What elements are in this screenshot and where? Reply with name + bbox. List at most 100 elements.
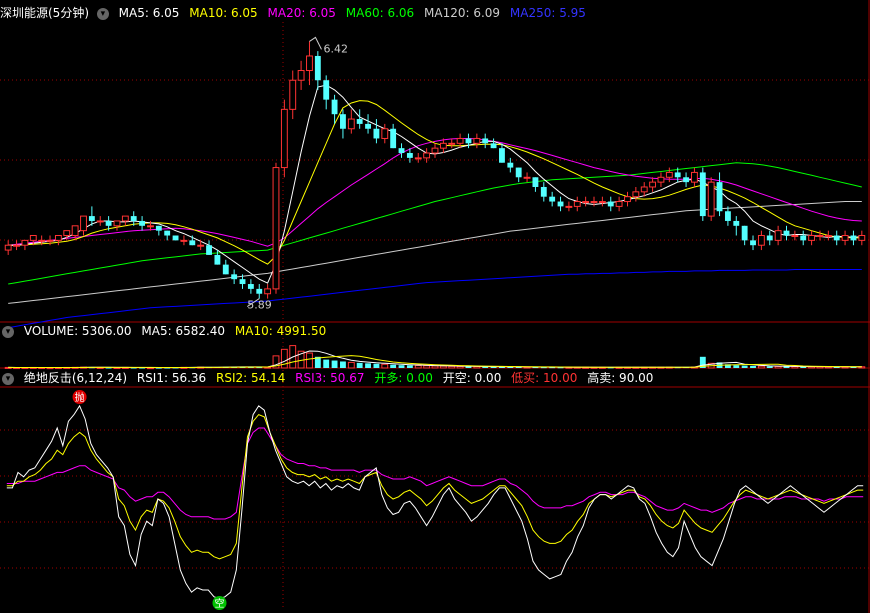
candle-body — [297, 70, 305, 81]
candle-body — [172, 235, 179, 241]
candle-body — [113, 220, 121, 227]
volume-bar — [750, 365, 756, 368]
volume-title: VOLUME: 5306.00 — [23, 324, 132, 338]
candle-body — [565, 205, 573, 208]
candle — [280, 99, 288, 178]
candle-body — [757, 235, 765, 246]
candle-body — [490, 143, 497, 149]
candle-body — [280, 108, 288, 169]
volume-bar — [331, 360, 338, 368]
candle-body — [340, 114, 346, 129]
candle-body — [71, 225, 79, 237]
volume-ma5: MA5: 6582.40 — [141, 324, 226, 338]
rsi-value-rsi2: RSI2: 54.14 — [216, 371, 286, 385]
candle — [172, 235, 179, 241]
candle-body — [640, 186, 648, 193]
volume-bar — [414, 365, 422, 369]
volume-bar — [356, 362, 363, 368]
volume-bar — [456, 365, 464, 369]
candle-body — [439, 142, 447, 149]
candle-body — [29, 235, 37, 241]
candle-body — [406, 153, 413, 158]
buy-marker-text: 空 — [215, 597, 225, 610]
candle-body — [180, 239, 188, 242]
candle-body — [507, 162, 514, 168]
volume-bar — [757, 365, 765, 369]
volume-ma10: MA10: 4991.50 — [234, 324, 327, 338]
candle-body — [247, 284, 254, 289]
sell-marker: 抛 — [72, 390, 87, 404]
candle-body — [515, 167, 522, 178]
candle-body — [724, 211, 731, 221]
volume-bar — [431, 365, 439, 369]
rsi-value-rsi3: RSI3: 50.67 — [295, 371, 365, 385]
candle-body — [841, 235, 849, 241]
collapse-main-icon[interactable]: ▾ — [96, 7, 109, 20]
rsi-title[interactable]: 绝地反击(6,12,24) — [24, 371, 127, 385]
candle-body — [314, 55, 321, 81]
candle-body — [256, 288, 263, 294]
candle-body — [549, 196, 556, 202]
candle-body — [214, 254, 221, 265]
candle-body — [716, 182, 723, 212]
candle-body — [598, 201, 606, 204]
candle-body — [499, 148, 505, 163]
candle-body — [850, 235, 857, 241]
candle-body — [665, 171, 673, 178]
rsi-value-rsi1: RSI1: 56.36 — [136, 371, 207, 385]
candle-body — [96, 220, 104, 223]
volume-bar — [390, 364, 397, 368]
candle-body — [482, 138, 489, 144]
candle-body — [54, 235, 62, 241]
candle-body — [80, 215, 87, 232]
candle-body — [791, 235, 799, 238]
collapse-rsi-icon[interactable]: ▾ — [2, 372, 14, 385]
volume-bar — [323, 359, 330, 368]
candle-body — [4, 244, 12, 251]
candle-body — [624, 196, 631, 203]
candle-body — [691, 171, 698, 183]
buy-marker: 空 — [212, 596, 227, 610]
candle-body — [674, 172, 681, 178]
candle-body — [347, 118, 355, 130]
candle-body — [741, 225, 748, 241]
candle-body — [540, 186, 547, 197]
volume-bar — [406, 365, 413, 368]
candle-body — [532, 177, 539, 187]
candle-body — [13, 244, 20, 247]
volume-bar — [733, 365, 740, 368]
candle-body — [105, 220, 112, 226]
volume-bar — [398, 365, 405, 368]
candle-body — [231, 274, 238, 280]
indicator-ma20: MA20: 6.05 — [267, 6, 336, 20]
volume-bar — [741, 365, 748, 368]
sell-marker-text: 抛 — [75, 391, 85, 404]
candle-body — [88, 216, 95, 221]
candle — [707, 177, 715, 221]
candle-body — [456, 137, 464, 144]
volume-bar — [448, 365, 456, 369]
volume-bar — [280, 348, 288, 369]
candle-body — [239, 279, 246, 285]
candle-body — [264, 288, 272, 295]
candle-body — [46, 239, 54, 242]
candle-body — [206, 245, 212, 255]
rsi-value-open-long: 开多: 0.00 — [374, 371, 433, 385]
candle-body — [573, 201, 581, 207]
rsi-value-low-buy: 低买: 10.00 — [511, 371, 578, 385]
rsi-value-high-sell: 高卖: 90.00 — [587, 371, 654, 385]
candle-body — [582, 201, 590, 204]
candle-body — [147, 225, 154, 228]
candle-body — [858, 235, 866, 241]
volume-bar — [306, 352, 313, 369]
stock-name[interactable]: 深圳能源(5分钟) — [0, 6, 89, 20]
candle — [699, 167, 706, 221]
candle-body — [431, 147, 439, 154]
candle-body — [323, 80, 330, 100]
volume-bar — [340, 361, 346, 368]
volume-bar — [365, 363, 371, 368]
candle-body — [356, 119, 363, 124]
candle-body — [197, 244, 205, 247]
candle-body — [121, 215, 129, 222]
collapse-volume-icon[interactable]: ▾ — [2, 325, 14, 338]
